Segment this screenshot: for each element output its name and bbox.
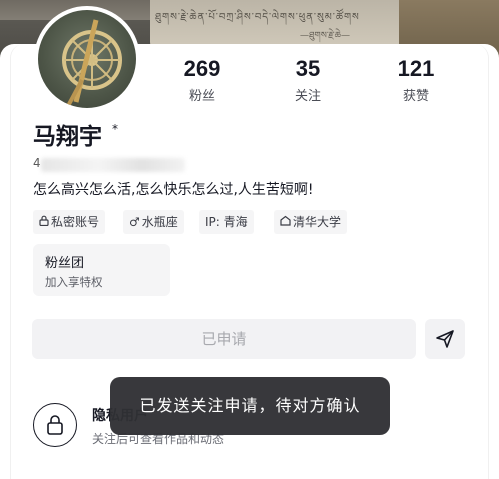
private-lock-badge [33,403,77,447]
lock-icon [47,415,63,435]
profile-name-mark: * [112,122,118,136]
avatar[interactable] [34,6,140,112]
send-icon [436,330,454,348]
likes-count: 121 [397,56,435,81]
stat-following[interactable]: 35 关注 [268,56,348,104]
tag-private-account: 私密账号 [33,210,106,234]
followers-count: 269 [183,56,221,81]
fan-club-subtitle: 加入享特权 [45,275,103,289]
avatar-dharma-wheel-icon [62,19,122,107]
following-label: 关注 [294,89,321,104]
fan-club-title: 粉丝团 [45,256,85,271]
tag-private-account-label: 私密账号 [51,215,100,229]
profile-bio: 怎么高兴怎么活,怎么快乐怎么过,人生苦短啊! [33,182,314,198]
tag-ip-location-label: IP: 青海 [205,215,248,229]
tag-zodiac: ♂ 水瓶座 [123,210,184,234]
send-message-button[interactable] [425,319,465,359]
banner-inscription: ཐུགས་རྗེ་ཆེན་པོ་བཀྲ་ཤིས་བདེ་ལེགས་ཕུན་སུམ… [155,12,360,23]
followers-label: 粉丝 [188,89,215,104]
profile-id-prefix: 4 [33,156,41,170]
lock-icon [39,210,49,234]
stat-likes[interactable]: 121 获赞 [376,56,456,104]
male-icon: ♂ [129,215,140,229]
tag-school[interactable]: 清华大学 [274,210,348,234]
tag-ip-location: IP: 青海 [199,210,254,234]
school-icon [280,210,291,234]
following-count: 35 [295,56,321,81]
profile-id-blurred [41,158,185,172]
toast-notification: 已发送关注申请，待对方确认 [110,377,390,435]
fan-club-card[interactable]: 粉丝团 加入享特权 [33,244,170,296]
tag-zodiac-label: 水瓶座 [141,215,178,229]
likes-label: 获赞 [402,89,429,104]
stat-followers[interactable]: 269 粉丝 [162,56,242,104]
tag-school-label: 清华大学 [293,215,342,229]
profile-name: 马翔宇 [33,124,102,150]
follow-requested-button[interactable]: 已申请 [32,319,416,359]
profile-id: 4 [33,156,185,174]
